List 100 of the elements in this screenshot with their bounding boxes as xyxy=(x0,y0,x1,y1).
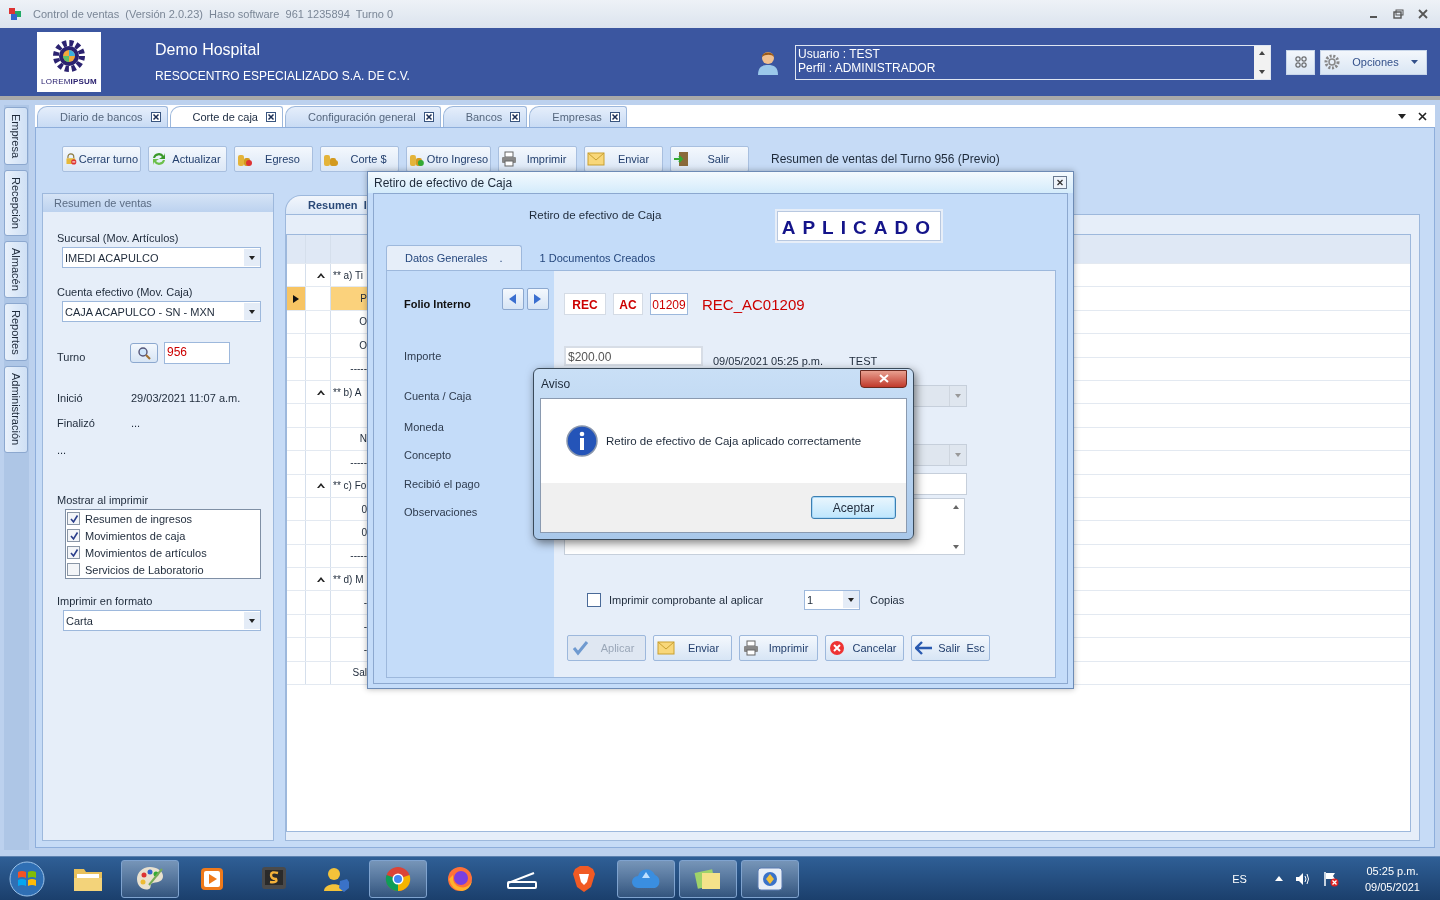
field-label: Copias xyxy=(870,593,905,606)
clock[interactable]: 05:25 p.m. 09/05/2021 xyxy=(1364,862,1420,895)
logo-text: LOREMIPSUM xyxy=(41,76,97,86)
folio-number-field: 01209 xyxy=(650,293,688,315)
layout-button[interactable] xyxy=(1286,49,1315,75)
group-header-text: ** a) Ti xyxy=(332,268,364,283)
toolbar-button[interactable]: Egreso xyxy=(234,146,313,172)
tab[interactable]: Empresas xyxy=(529,106,627,127)
checkbox[interactable] xyxy=(67,529,80,542)
side-tab[interactable]: Administración xyxy=(4,366,28,453)
field-label: Cuenta / Caja xyxy=(404,389,472,402)
table-cell-text: - xyxy=(362,642,367,657)
toolbar-button[interactable]: Imprimir xyxy=(498,146,577,172)
shift-number-field[interactable]: 956 xyxy=(164,342,230,364)
dropdown-arrow-icon xyxy=(249,255,255,260)
toolbar-button[interactable]: Actualizar xyxy=(148,146,227,172)
tab[interactable]: Bancos xyxy=(442,106,528,127)
language-indicator[interactable]: ES xyxy=(1232,872,1247,885)
search-button[interactable] xyxy=(130,343,158,363)
close-icon[interactable] xyxy=(1418,112,1427,121)
copies-dropdown[interactable]: 1 xyxy=(804,589,860,610)
side-tab[interactable]: Recepción xyxy=(4,170,28,236)
toolbar-button[interactable]: Salir xyxy=(670,146,749,172)
table-cell-text: 0 xyxy=(360,526,367,540)
close-icon xyxy=(878,374,889,383)
show-hidden-icons-icon[interactable] xyxy=(1274,876,1283,881)
options-button[interactable]: Opciones xyxy=(1320,49,1427,75)
toolbar-button[interactable]: Corte $ xyxy=(320,146,399,172)
group-header-text: ** d) M xyxy=(332,572,365,587)
play-icon xyxy=(199,865,225,892)
taskbar-app-button[interactable] xyxy=(121,859,179,898)
field-label: Recibió el pago xyxy=(404,478,480,490)
dialog-button[interactable]: Cancelar xyxy=(825,635,904,661)
maximize-icon[interactable] xyxy=(1393,9,1404,19)
field-label: Sucursal (Mov. Artículos) xyxy=(57,232,180,244)
collapse-icon[interactable] xyxy=(317,272,325,278)
toolbar-note: Resumen de ventas del Turno 956 (Previo) xyxy=(771,152,1000,166)
tab[interactable]: Configuración general xyxy=(285,106,441,127)
close-icon[interactable] xyxy=(423,112,434,122)
group-header-text: ** b) A xyxy=(332,385,363,400)
accept-button[interactable]: Aceptar xyxy=(811,496,896,519)
dialog-button[interactable]: Enviar xyxy=(653,635,732,661)
side-tab[interactable]: Empresa xyxy=(4,107,28,166)
close-icon[interactable] xyxy=(510,112,521,122)
branch-dropdown[interactable]: IMEDI ACAPULCO xyxy=(62,247,261,268)
user-info-text: Usuario : TEST Perfil : ADMINISTRADOR xyxy=(797,45,937,77)
side-tab[interactable]: Almacén xyxy=(4,241,28,298)
toolbar-button[interactable]: Cerrar turno xyxy=(62,146,141,172)
dialog-button[interactable]: Imprimir xyxy=(739,635,818,661)
previous-button[interactable] xyxy=(501,288,524,310)
shield-icon xyxy=(571,864,597,893)
next-button[interactable] xyxy=(526,288,549,310)
end-date: ... xyxy=(131,417,141,429)
field-label: Importe xyxy=(404,349,442,362)
checkbox[interactable] xyxy=(67,546,80,559)
app-icon xyxy=(755,864,785,893)
speaker-icon[interactable] xyxy=(1294,871,1311,886)
collapse-icon[interactable] xyxy=(317,576,325,582)
scrollbar-icon[interactable] xyxy=(1254,45,1270,79)
field-label: Turno xyxy=(57,350,87,363)
user-text: TEST xyxy=(849,354,878,367)
flag-icon[interactable] xyxy=(1322,870,1339,887)
checkbox[interactable] xyxy=(67,563,80,576)
toolbar-button[interactable]: Otro Ingreso xyxy=(406,146,491,172)
collapse-icon[interactable] xyxy=(317,389,325,395)
taskbar-app-button[interactable] xyxy=(679,859,737,898)
account-dropdown[interactable]: CAJA ACAPULCO - SN - MXN xyxy=(62,301,261,322)
table-cell-text: - xyxy=(362,596,367,611)
close-icon[interactable] xyxy=(1418,9,1428,19)
settings-icon xyxy=(1324,54,1340,70)
checkbox[interactable] xyxy=(587,592,601,607)
taskbar-app-button[interactable] xyxy=(741,859,799,898)
close-button[interactable] xyxy=(860,369,907,388)
tab[interactable]: Datos Generales . xyxy=(386,245,522,270)
door-icon xyxy=(673,151,689,167)
format-dropdown[interactable]: Carta xyxy=(63,610,261,631)
table-cell-text: - xyxy=(362,619,367,634)
grid-icon xyxy=(1294,56,1307,68)
toolbar-button[interactable]: Enviar xyxy=(584,146,663,172)
dropdown-arrow-icon xyxy=(249,618,255,623)
close-icon[interactable] xyxy=(1053,176,1067,189)
info-text: ... xyxy=(57,444,68,456)
close-icon[interactable] xyxy=(266,112,276,122)
amount-field[interactable]: $200.00 xyxy=(564,345,703,366)
checkbox[interactable] xyxy=(67,512,80,525)
table-cell-text: 0 xyxy=(360,502,367,517)
dropdown-icon[interactable] xyxy=(1398,114,1406,119)
collapse-icon[interactable] xyxy=(317,483,325,489)
start-button-icon[interactable] xyxy=(9,860,45,897)
timestamp-text: 09/05/2021 05:25 p.m. xyxy=(713,354,824,367)
tab[interactable]: 1 Documentos Creados xyxy=(521,246,674,270)
close-icon[interactable] xyxy=(150,112,161,122)
table-cell-text: O xyxy=(358,338,367,353)
dialog-button[interactable]: Salir Esc xyxy=(911,635,990,661)
side-tab[interactable]: Reportes xyxy=(4,302,28,362)
field-label: Finalizó xyxy=(57,417,96,429)
field-label: Imprimir en formato xyxy=(57,595,154,607)
close-icon[interactable] xyxy=(609,112,620,122)
tab[interactable]: Corte de caja xyxy=(169,106,283,127)
tab[interactable]: Diario de bancos xyxy=(37,106,168,127)
